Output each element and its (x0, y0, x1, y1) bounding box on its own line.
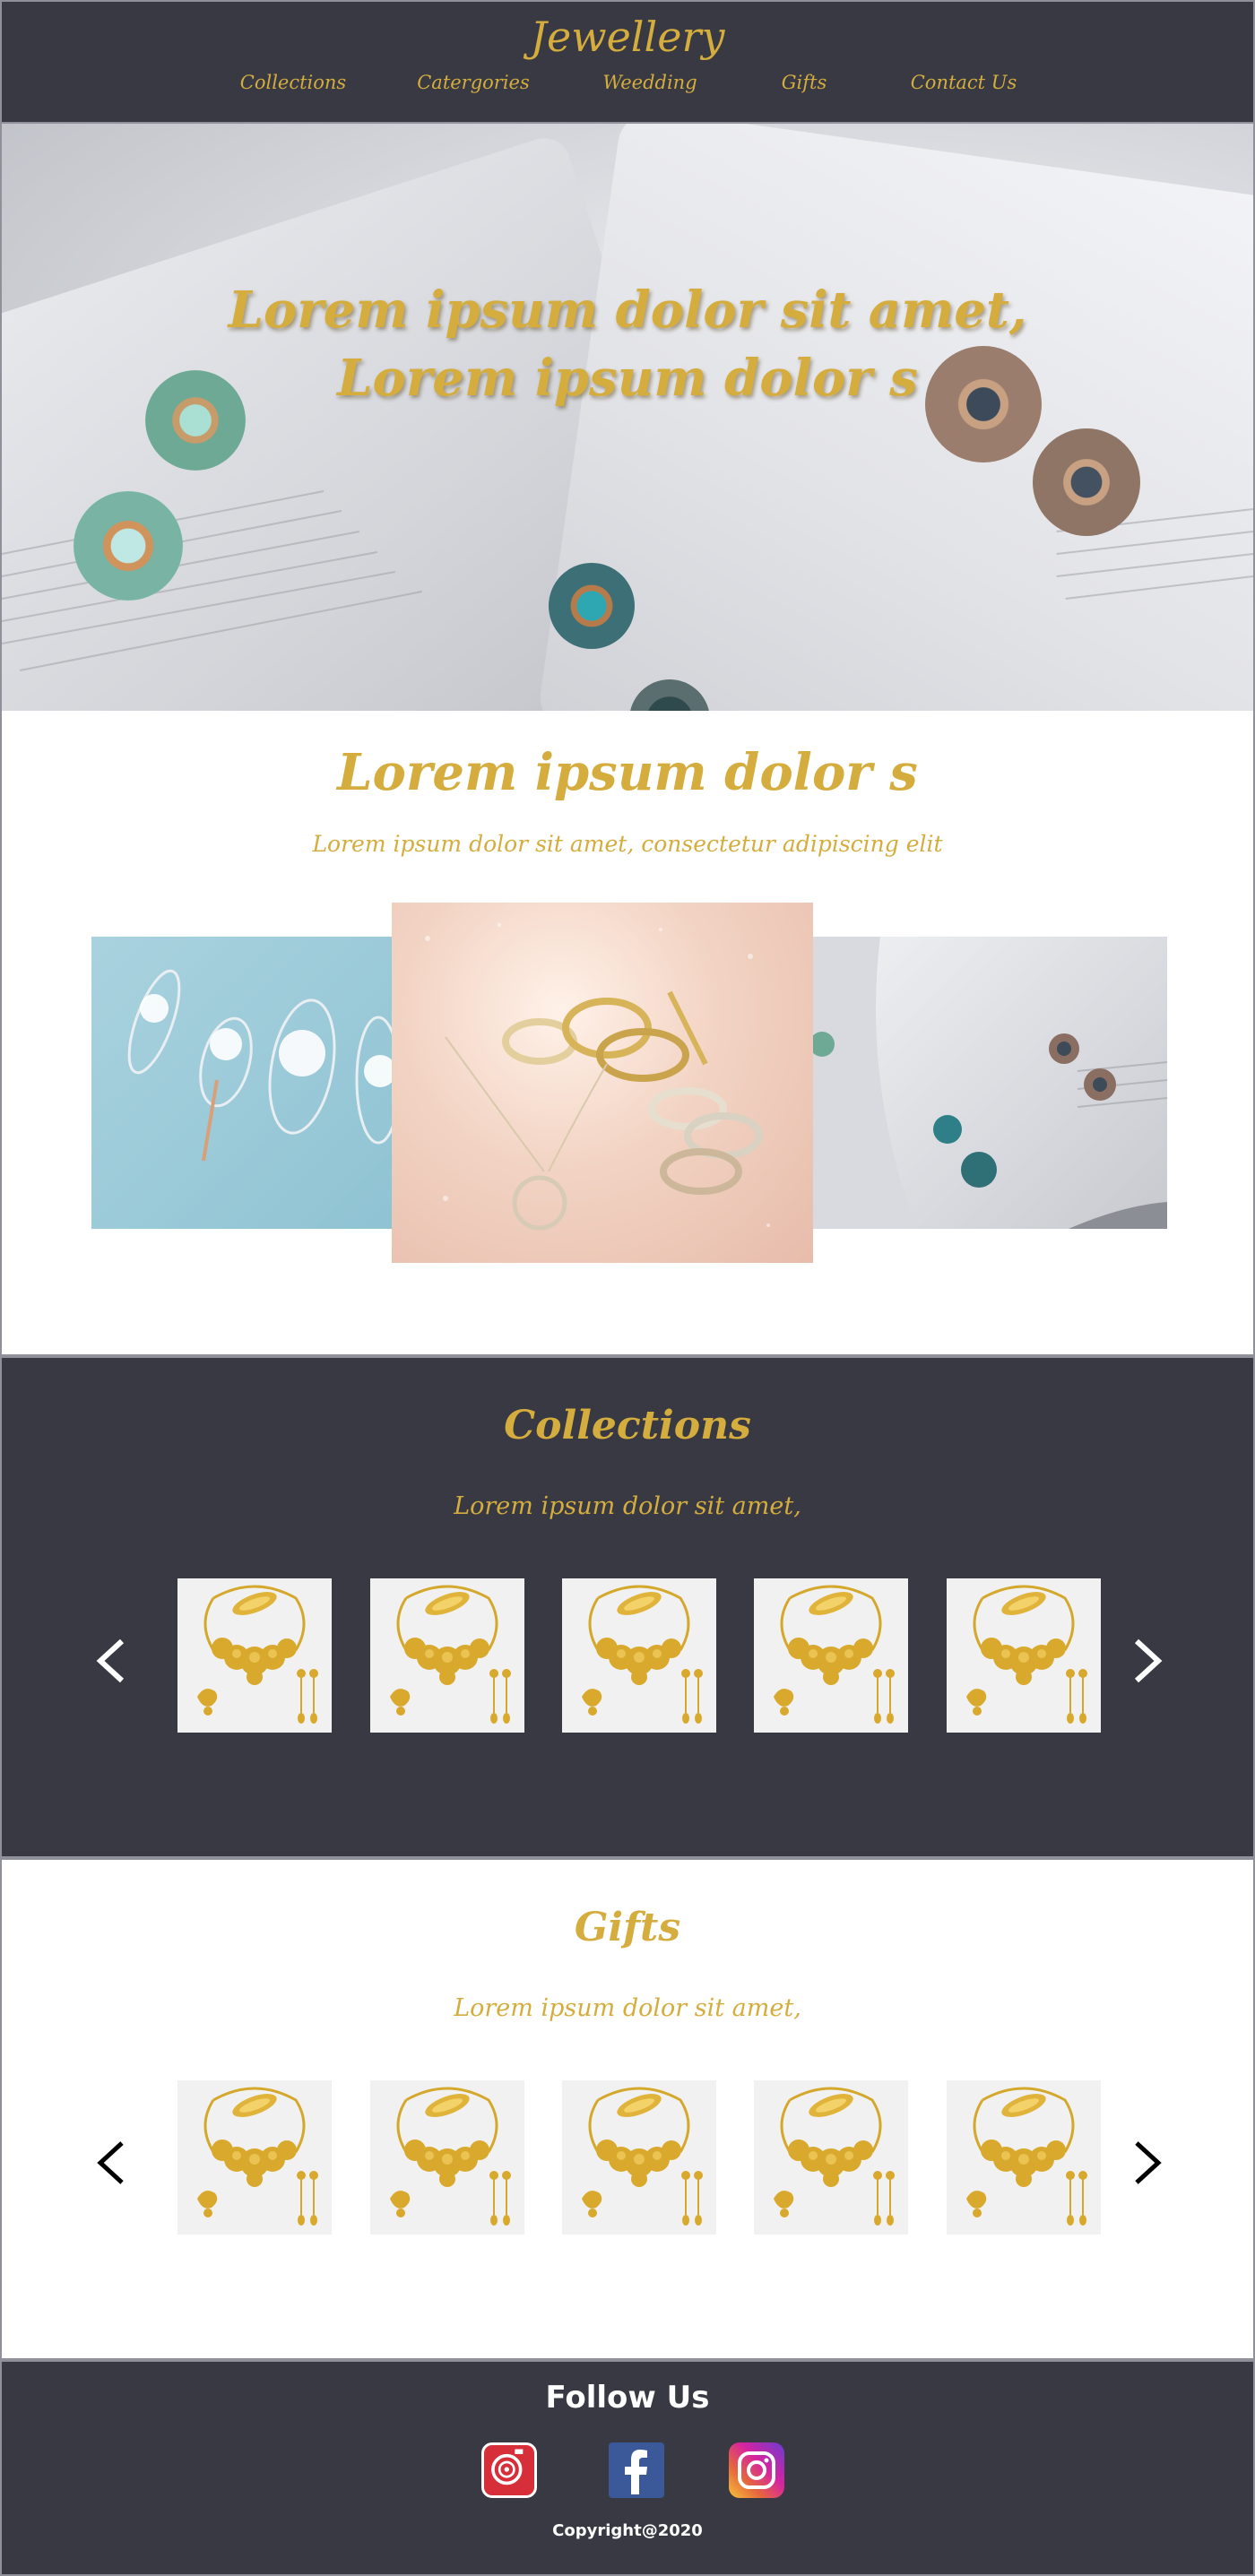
gold-jewellery-set-image (582, 2087, 703, 2226)
main-nav: Collections Catergories Weedding Gifts C… (2, 72, 1253, 99)
collection-item[interactable] (177, 1578, 332, 1733)
collections-title: Collections (504, 1403, 751, 1448)
photo-earrings-on-book[interactable] (809, 937, 1167, 1229)
intro-section: Lorem ipsum dolor s Lorem ipsum dolor si… (0, 711, 1255, 1356)
gift-item[interactable] (177, 2080, 332, 2235)
instagram-icon[interactable] (729, 2442, 784, 2498)
nav-gifts[interactable]: Gifts (782, 72, 827, 93)
camera-app-icon[interactable] (481, 2442, 537, 2498)
gold-jewellery-set-image (390, 2087, 511, 2226)
gift-item[interactable] (562, 2080, 716, 2235)
earring-green-2 (74, 491, 183, 601)
hero-banner: Lorem ipsum dolor sit amet, Lorem ipsum … (0, 124, 1255, 711)
instagram-glyph (738, 2451, 775, 2489)
collections-prev-button[interactable] (91, 1634, 131, 1688)
chevron-right-icon (1135, 2141, 1162, 2184)
earrings-book-image (809, 937, 1167, 1229)
photo-diamond-rings[interactable] (91, 937, 396, 1229)
gold-jewellery-set-image (197, 2087, 318, 2226)
earring-bronze-2 (1033, 428, 1140, 536)
gold-jewellery-set-image (390, 1585, 511, 1724)
gold-rings-image (425, 923, 770, 1231)
gift-item[interactable] (947, 2080, 1101, 2235)
gifts-section: Gifts Lorem ipsum dolor sit amet, (0, 1858, 1255, 2360)
gifts-title: Gifts (574, 1905, 681, 1950)
photo-gold-rings[interactable] (392, 903, 813, 1263)
site-footer: Follow Us Copyright@2020 (0, 2360, 1255, 2576)
earring-teal (549, 563, 635, 649)
facebook-glyph (625, 2450, 647, 2494)
collections-section: Collections Lorem ipsum dolor sit amet, (0, 1356, 1255, 1858)
chevron-left-icon (97, 2141, 124, 2184)
gold-jewellery-set-image (774, 2087, 895, 2226)
gold-jewellery-set-image (966, 2087, 1087, 2226)
nav-contact-us[interactable]: Contact Us (911, 72, 1017, 93)
collection-item[interactable] (754, 1578, 908, 1733)
facebook-icon[interactable] (609, 2442, 664, 2498)
gifts-subtitle: Lorem ipsum dolor sit amet, (454, 1994, 801, 2022)
site-header: Jewellery Collections Catergories Weeddi… (0, 0, 1255, 124)
gift-item[interactable] (754, 2080, 908, 2235)
follow-us-heading: Follow Us (545, 2380, 710, 2416)
gold-jewellery-set-image (774, 1585, 895, 1724)
chevron-left-icon (96, 1638, 125, 1683)
chevron-right-icon (1134, 1638, 1163, 1683)
camera-app-glyph (491, 2449, 524, 2485)
nav-collections[interactable]: Collections (240, 72, 346, 93)
copyright-text: Copyright@2020 (552, 2521, 703, 2540)
intro-title: Lorem ipsum dolor s (337, 743, 918, 802)
collection-item[interactable] (370, 1578, 524, 1733)
diamond-rings-image (127, 969, 396, 1162)
gold-jewellery-set-image (966, 1585, 1087, 1724)
gifts-next-button[interactable] (1128, 2136, 1167, 2190)
hero-headline: Lorem ipsum dolor sit amet, Lorem ipsum … (2, 276, 1253, 412)
gold-jewellery-set-image (582, 1585, 703, 1724)
gift-item[interactable] (370, 2080, 524, 2235)
gold-jewellery-set-image (197, 1585, 318, 1724)
intro-subtitle: Lorem ipsum dolor sit amet, consectetur … (312, 831, 943, 857)
hero-headline-line-2: Lorem ipsum dolor s (337, 349, 918, 408)
collection-item[interactable] (947, 1578, 1101, 1733)
hero-headline-line-1: Lorem ipsum dolor sit amet, (228, 281, 1027, 340)
collections-subtitle: Lorem ipsum dolor sit amet, (454, 1492, 801, 1520)
collections-next-button[interactable] (1128, 1634, 1167, 1688)
collection-item[interactable] (562, 1578, 716, 1733)
nav-categories[interactable]: Catergories (417, 72, 530, 93)
brand-logo[interactable]: Jewellery (2, 13, 1253, 61)
gifts-prev-button[interactable] (91, 2136, 131, 2190)
nav-wedding[interactable]: Weedding (602, 72, 697, 93)
